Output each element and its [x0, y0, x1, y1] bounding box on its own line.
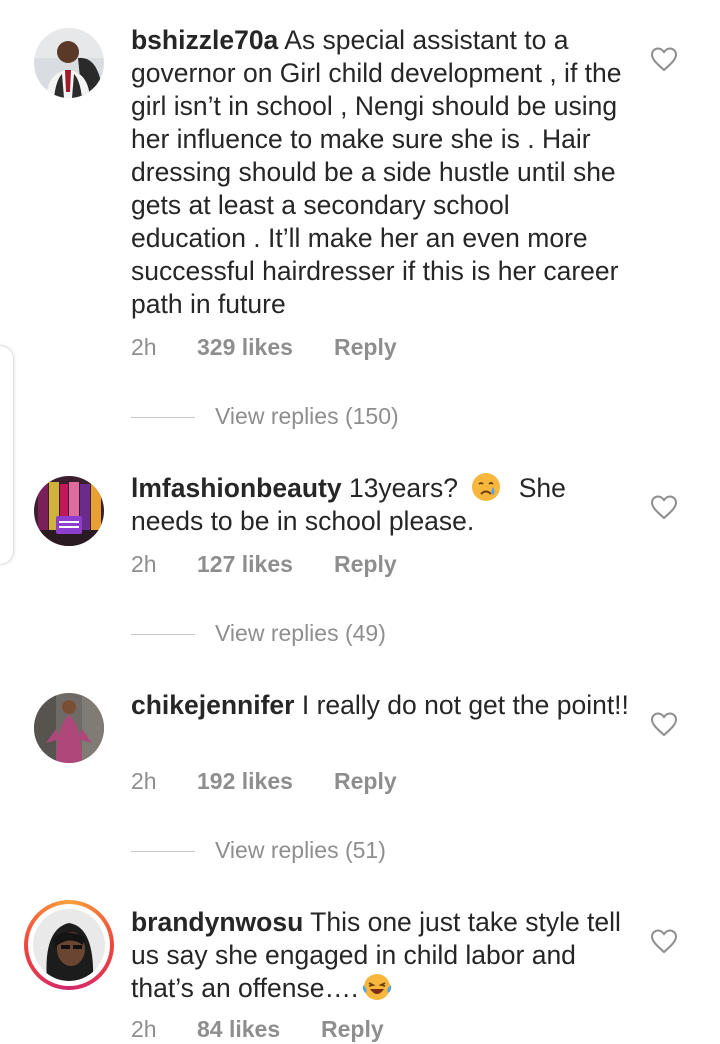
view-replies-label: View replies (51): [215, 837, 386, 863]
comment-likes[interactable]: 84 likes: [197, 1014, 321, 1044]
avatar[interactable]: [34, 693, 104, 763]
comment-text: brandynwosu This one just take style tel…: [131, 906, 631, 1005]
avatar-story-ring[interactable]: [24, 900, 114, 990]
reply-button[interactable]: Reply: [321, 1014, 384, 1044]
avatar[interactable]: [34, 28, 104, 98]
comment-time: 2h: [131, 768, 157, 794]
view-replies-label: View replies (150): [215, 403, 399, 429]
view-replies-button[interactable]: View replies (150): [131, 401, 399, 431]
comment-time: 2h: [131, 334, 157, 360]
comment-body: 13years?: [348, 473, 458, 503]
comment-username[interactable]: bshizzle70a: [131, 25, 278, 55]
avatar[interactable]: [34, 476, 104, 546]
comment-meta: 2h 84 likes Reply: [131, 1014, 384, 1044]
comment-username[interactable]: chikejennifer: [131, 690, 294, 720]
comment-likes[interactable]: 127 likes: [197, 549, 334, 579]
comment-meta: 2h 127 likes Reply: [131, 549, 397, 579]
comment-text: chikejennifer I really do not get the po…: [131, 689, 631, 722]
divider-line: [131, 417, 195, 419]
divider-line: [131, 634, 195, 636]
comment-meta: 2h 192 likes Reply: [131, 766, 397, 796]
comment-text: bshizzle70a As special assistant to a go…: [131, 24, 631, 321]
comment-text: lmfashionbeauty 13years? She needs to be…: [131, 472, 631, 538]
heart-icon[interactable]: [650, 928, 678, 954]
view-replies-button[interactable]: View replies (49): [131, 618, 386, 648]
comment-time: 2h: [131, 1016, 157, 1042]
comment-likes[interactable]: 329 likes: [197, 332, 334, 362]
comment-meta: 2h 329 likes Reply: [131, 332, 397, 362]
avatar: [33, 909, 105, 981]
reply-button[interactable]: Reply: [334, 332, 397, 362]
side-panel-edge: [0, 345, 14, 565]
divider-line: [131, 851, 195, 853]
avatar-boutique-icon: [34, 476, 104, 546]
crying-face-emoji-icon: [472, 473, 501, 501]
view-replies-button[interactable]: View replies (51): [131, 835, 386, 865]
comment-likes[interactable]: 192 likes: [197, 766, 334, 796]
view-replies-label: View replies (49): [215, 620, 386, 646]
reply-button[interactable]: Reply: [334, 766, 397, 796]
heart-icon[interactable]: [650, 494, 678, 520]
comment-time: 2h: [131, 551, 157, 577]
comment-body: As special assistant to a governor on Gi…: [131, 25, 622, 319]
comment-username[interactable]: brandynwosu: [131, 907, 303, 937]
avatar-photo-icon: [33, 909, 105, 981]
heart-icon[interactable]: [650, 711, 678, 737]
reply-button[interactable]: Reply: [334, 549, 397, 579]
laughing-tears-emoji-icon: [363, 974, 392, 1000]
comment-username[interactable]: lmfashionbeauty: [131, 473, 342, 503]
avatar-photo-icon: [34, 693, 104, 763]
comment-body: I really do not get the point!!: [301, 690, 629, 720]
heart-icon[interactable]: [650, 46, 678, 72]
avatar-photo-icon: [34, 28, 104, 98]
